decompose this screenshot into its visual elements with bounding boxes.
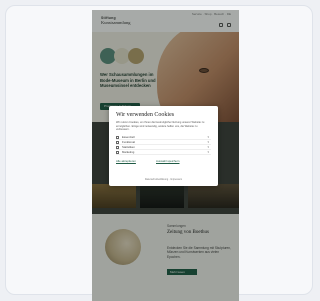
checkbox[interactable] bbox=[116, 150, 119, 154]
checkbox[interactable] bbox=[116, 140, 119, 144]
cookie-option-label: Statistiken bbox=[122, 144, 135, 149]
cookie-footer-links[interactable]: Datenschutzerklärung · Impressum bbox=[116, 178, 211, 181]
cookie-option-label: Essenziell bbox=[122, 134, 135, 139]
chevron-down-icon[interactable]: ▾ bbox=[207, 150, 209, 155]
cookie-title: Wir verwenden Cookies bbox=[116, 112, 175, 118]
cookie-actions: Alle akzeptieren Auswahl speichern bbox=[116, 159, 211, 164]
cookie-option-label: Funktional bbox=[122, 139, 135, 144]
cookie-description: Wir nutzen Cookies, um Ihnen die bestmög… bbox=[116, 121, 205, 131]
checkbox[interactable] bbox=[116, 145, 119, 149]
mobile-page: Stiftung Kunstsammlung Service · Shop · … bbox=[92, 10, 239, 301]
accept-all-link[interactable]: Alle akzeptieren bbox=[116, 159, 136, 163]
cookie-option-marketing[interactable]: Marketing ▾ bbox=[116, 150, 211, 155]
checkbox[interactable] bbox=[116, 135, 119, 139]
cookie-option-label: Marketing bbox=[122, 149, 135, 154]
cookie-dialog: Wir verwenden Cookies Wir nutzen Cookies… bbox=[109, 106, 218, 186]
save-selection-link[interactable]: Auswahl speichern bbox=[156, 159, 179, 163]
